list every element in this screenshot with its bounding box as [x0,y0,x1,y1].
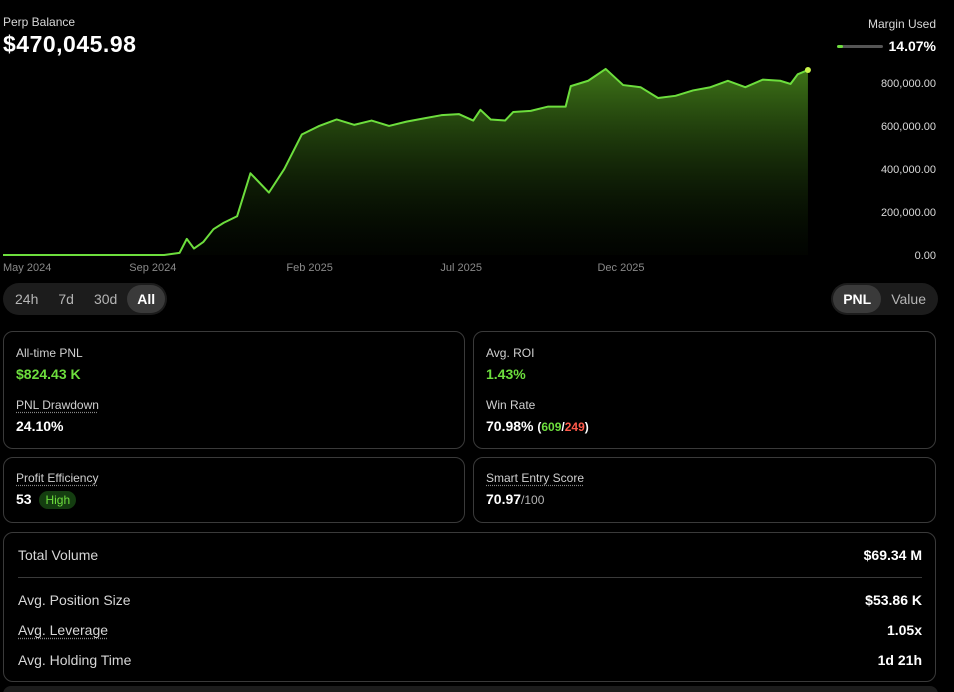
timeframe-button-24h[interactable]: 24h [5,285,48,313]
perp-balance-value: $470,045.98 [3,31,137,57]
holding-time-value: 1d 21h [877,652,922,668]
leverage-value: 1.05x [886,622,922,638]
margin-used-label: Margin Used [867,17,936,31]
timeframe-selector: 24h 7d 30d All [3,283,168,315]
y-tick-label: 200,000.00 [881,207,936,219]
win-rate-value: 70.98% [486,418,534,434]
x-tick-label: Dec 2025 [597,262,644,274]
smart-entry-label[interactable]: Smart Entry Score [486,471,584,485]
smart-entry-card: Smart Entry Score 70.97/100 [473,457,936,523]
profit-efficiency-label[interactable]: Profit Efficiency [16,471,98,485]
profit-efficiency-row: 53 High [16,491,98,509]
margin-used-row: 14.07% [836,38,936,54]
margin-used-value: 14.07% [888,38,936,54]
mode-button-value[interactable]: Value [881,285,936,313]
y-tick-label: 0.00 [915,250,936,262]
x-tick-label: May 2024 [3,262,51,274]
volume-card: Total Volume $69.34 M Avg. Position Size… [3,532,936,682]
pnl-drawdown-value: 24.10% [16,418,64,434]
next-card-edge [3,686,938,692]
losses-count: 249 [564,420,585,434]
roi-card: Avg. ROI 1.43% Win Rate 70.98% (609/249) [473,331,936,449]
smart-entry-row: 70.97/100 [486,491,584,507]
timeframe-button-all[interactable]: All [127,285,166,313]
pnl-chart[interactable]: May 2024 Sep 2024 Feb 2025 Jul 2025 Dec 2025… [0,60,954,280]
mode-button-pnl[interactable]: PNL [833,285,882,313]
perp-balance-label: Perp Balance [3,15,76,29]
efficiency-badge: High [39,491,77,509]
smart-entry-value: 70.97 [486,491,522,507]
pnl-card: All-time PNL $824.43 K PNL Drawdown 24.1… [3,331,465,449]
holding-time-label: Avg. Holding Time [18,652,132,668]
y-tick-label: 400,000.00 [881,164,936,176]
profit-efficiency-card: Profit Efficiency 53 High [3,457,465,523]
y-tick-label: 800,000.00 [881,78,936,90]
x-tick-label: Sep 2024 [129,262,176,274]
leverage-label[interactable]: Avg. Leverage [18,622,108,638]
position-size-label: Avg. Position Size [18,592,131,608]
total-volume-value: $69.34 M [863,547,922,563]
timeframe-button-30d[interactable]: 30d [84,285,127,313]
wins-count: 609 [541,420,562,434]
x-tick-label: Feb 2025 [286,262,332,274]
margin-used-fill [836,44,843,48]
y-tick-label: 600,000.00 [881,121,936,133]
x-tick-label: Jul 2025 [440,262,482,274]
total-volume-label: Total Volume [18,547,99,563]
total-volume-row: Total Volume $69.34 M [18,547,922,563]
position-size-row: Avg. Position Size $53.86 K [18,592,922,608]
smart-entry-suffix: /100 [521,493,545,507]
avg-roi-value: 1.43% [486,366,526,382]
avg-roi-label: Avg. ROI [486,346,535,360]
profit-efficiency-value: 53 [16,491,32,507]
pnl-last-point [804,67,811,73]
pnl-drawdown-label[interactable]: PNL Drawdown [16,398,99,412]
alltime-pnl-label: All-time PNL [16,346,83,360]
margin-used-bar [836,44,883,48]
volume-divider [18,577,922,578]
win-loss-counts: (609/249) [537,420,589,434]
win-rate-label: Win Rate [486,398,536,412]
pnl-area-fill [3,68,808,256]
holding-time-row: Avg. Holding Time 1d 21h [18,652,922,668]
position-size-value: $53.86 K [865,592,922,608]
mode-selector: PNL Value [831,283,938,315]
leverage-row: Avg. Leverage 1.05x [18,622,922,638]
timeframe-button-7d[interactable]: 7d [48,285,84,313]
alltime-pnl-value: $824.43 K [16,366,81,382]
win-rate-row: 70.98% (609/249) [486,418,589,434]
